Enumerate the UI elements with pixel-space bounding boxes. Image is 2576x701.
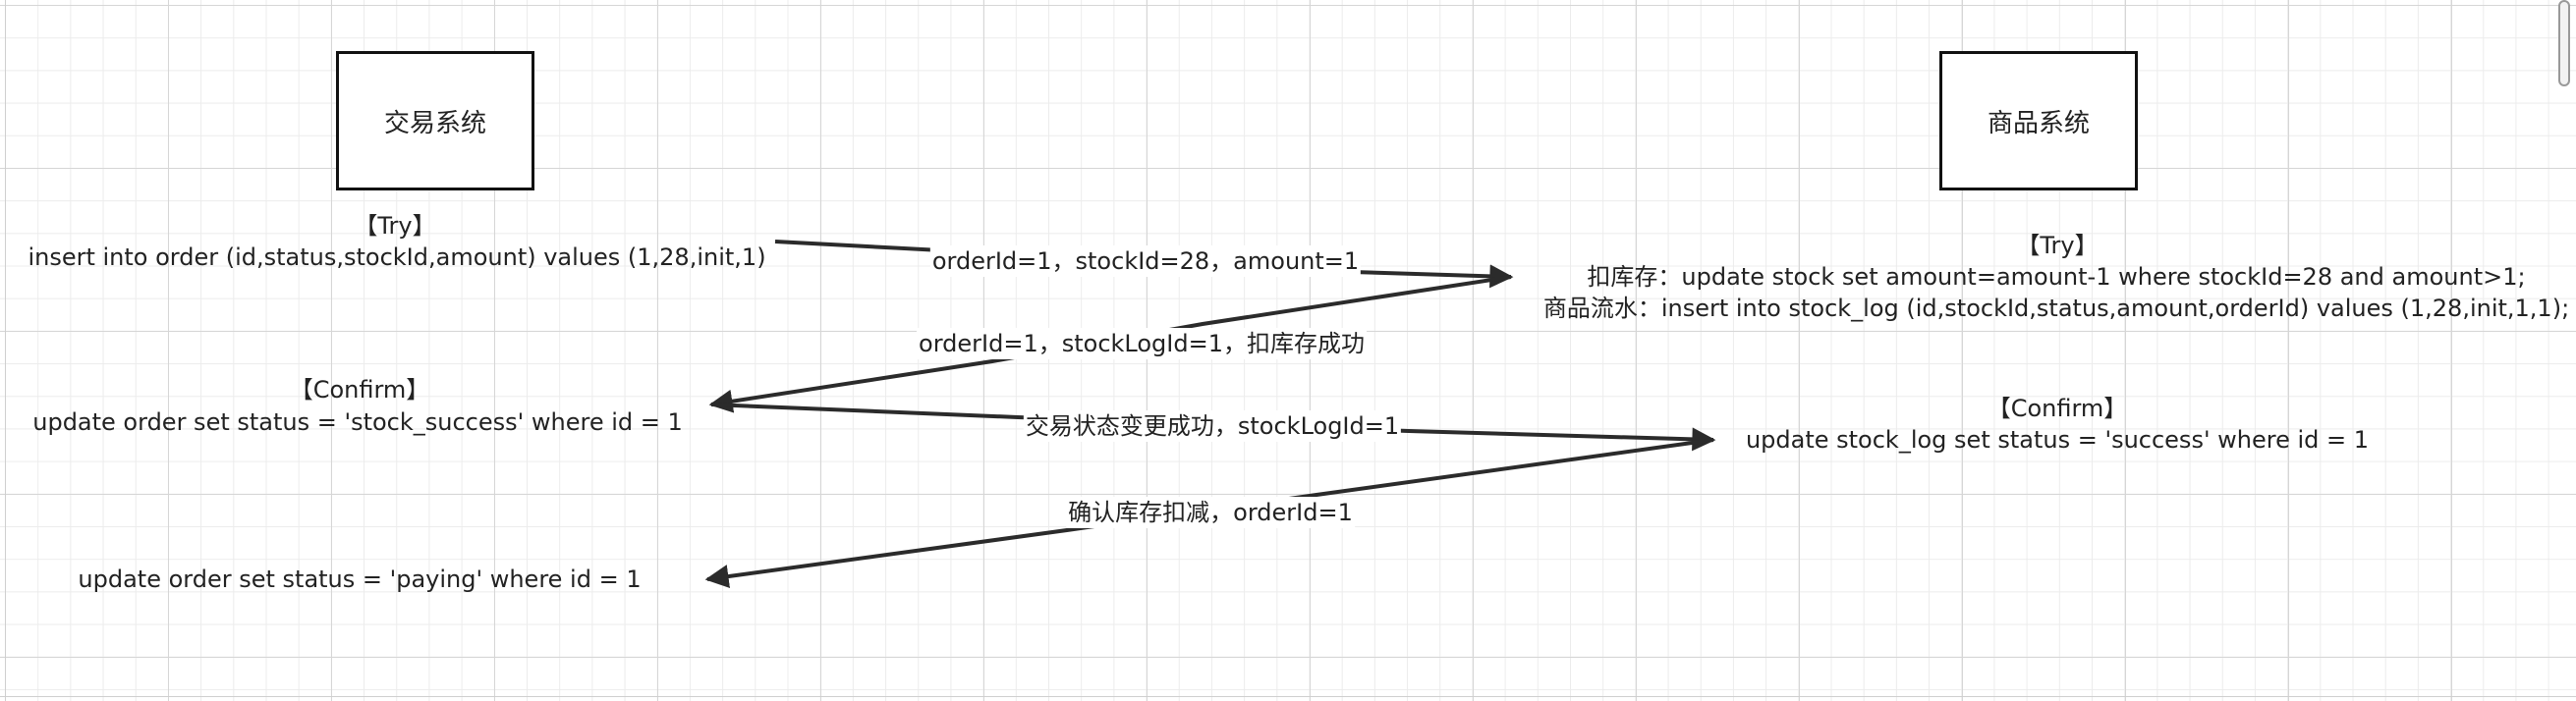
goods-try-line1: 扣库存：update stock set amount=amount-1 whe… [1587,263,2526,291]
diagram-canvas: 交易系统 商品系统 【Try】 insert into order (id,st… [0,0,2576,701]
goods-try-line2: 商品流水：insert into stock_log (id,stockId,s… [1542,295,2570,322]
goods-confirm-sql: update stock_log set status = 'success' … [1745,426,2370,454]
goods-system-label: 商品系统 [1987,108,2090,138]
trade-final-sql: update order set status = 'paying' where… [78,566,642,593]
goods-system-box[interactable]: 商品系统 [1939,51,2138,190]
trade-try-sql: insert into order (id,status,stockId,amo… [28,243,766,271]
message-confirm-request: 交易状态变更成功，stockLogId=1 [1023,410,1402,442]
trade-confirm-tag: 【Confirm】 [289,376,430,404]
goods-try-tag: 【Try】 [2016,232,2099,259]
message-confirm-ack: 确认库存扣减，orderId=1 [1066,497,1355,528]
goods-confirm-tag: 【Confirm】 [1987,395,2128,422]
message-try-ack: orderId=1，stockLogId=1，扣库存成功 [917,328,1367,359]
trade-system-box[interactable]: 交易系统 [336,51,534,190]
trade-try-tag: 【Try】 [354,212,436,240]
trade-system-label: 交易系统 [383,108,486,138]
trade-confirm-sql: update order set status = 'stock_success… [32,408,683,436]
message-try-request: orderId=1，stockId=28，amount=1 [929,245,1362,277]
